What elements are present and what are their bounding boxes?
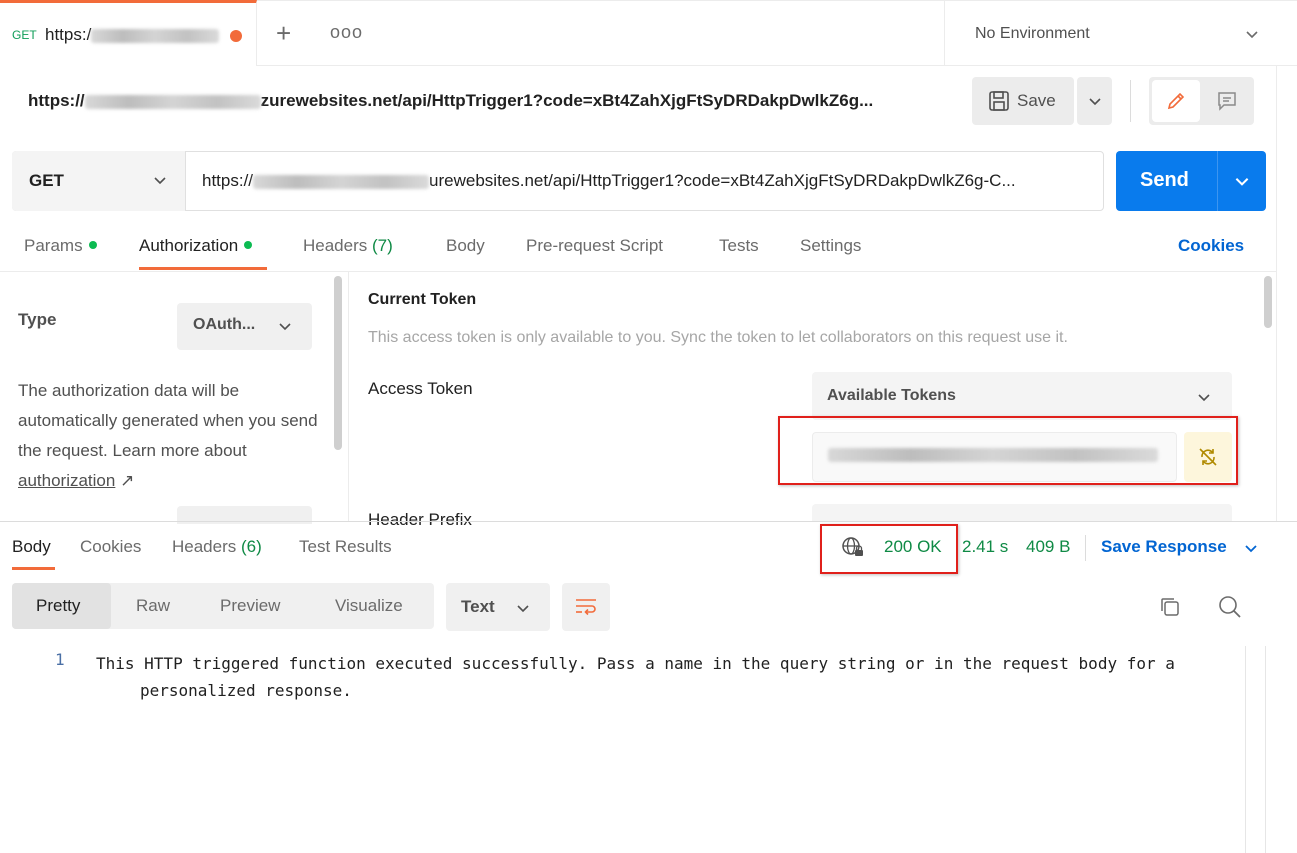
current-token-title: Current Token xyxy=(368,291,477,308)
left-panel-scrollbar[interactable] xyxy=(334,276,342,450)
tab-prerequest-script[interactable]: Pre-request Script xyxy=(526,236,663,256)
view-pretty-button[interactable]: Pretty xyxy=(36,596,80,616)
send-split-divider xyxy=(1217,151,1218,211)
active-tab-underline xyxy=(139,267,267,270)
save-button-label: Save xyxy=(1017,91,1056,110)
response-tab-test-results[interactable]: Test Results xyxy=(299,537,392,557)
chevron-down-icon xyxy=(154,177,166,185)
access-token-label: Access Token xyxy=(368,379,473,398)
chevron-down-icon xyxy=(279,323,291,331)
toolbar-divider xyxy=(1130,80,1131,122)
new-tab-button[interactable]: + xyxy=(276,18,291,49)
copy-icon[interactable] xyxy=(1158,595,1182,619)
send-button-label: Send xyxy=(1140,169,1189,191)
authorization-link[interactable]: authorization xyxy=(18,471,115,490)
auth-type-value: OAuth... xyxy=(193,316,256,333)
response-size[interactable]: 409 B xyxy=(1026,537,1070,557)
highlight-box-token xyxy=(778,416,1238,485)
current-token-description: This access token is only available to y… xyxy=(368,329,1068,346)
tab-authorization-label: Authorization xyxy=(139,236,239,255)
available-tokens-label: Available Tokens xyxy=(827,387,956,404)
chevron-down-icon xyxy=(1246,31,1258,39)
chevron-down-icon xyxy=(517,605,529,613)
word-wrap-button[interactable] xyxy=(562,583,610,631)
right-panel-scrollbar[interactable] xyxy=(1264,276,1272,328)
response-tab-headers[interactable]: Headers (6) xyxy=(172,537,262,557)
auth-description: The authorization data will be automatic… xyxy=(18,381,318,490)
tab-authorization[interactable]: Authorization xyxy=(139,236,253,256)
header-prefix-label: Header Prefix xyxy=(368,510,472,529)
method-select-value: GET xyxy=(29,171,64,190)
tab-headers[interactable]: Headers (7) xyxy=(303,236,393,256)
cookies-link[interactable]: Cookies xyxy=(1178,236,1244,256)
external-link-icon: ↗ xyxy=(120,471,135,490)
more-tabs-icon[interactable]: ooo xyxy=(330,22,363,43)
environment-label: No Environment xyxy=(975,25,1090,42)
save-options-button[interactable] xyxy=(1077,77,1112,125)
wrap-lines-icon xyxy=(576,599,596,616)
chevron-down-icon xyxy=(1089,98,1101,106)
editor-scrollbar-track[interactable] xyxy=(1265,646,1266,853)
active-tab-underline xyxy=(12,567,55,570)
request-name[interactable]: https://zurewebsites.net/api/HttpTrigger… xyxy=(28,91,873,111)
edit-mode-button[interactable] xyxy=(1152,80,1200,122)
response-divider[interactable] xyxy=(0,521,1297,522)
pencil-icon xyxy=(1167,92,1185,110)
tab-method-label: GET xyxy=(12,28,37,42)
tabs-divider xyxy=(0,271,1277,272)
header-prefix-input[interactable] xyxy=(812,504,1232,522)
tab-settings[interactable]: Settings xyxy=(800,236,861,256)
status-dot xyxy=(244,240,253,249)
panel-divider xyxy=(348,272,349,522)
meta-divider xyxy=(1085,535,1086,561)
headers-count: (7) xyxy=(372,236,393,255)
highlight-box-status xyxy=(820,524,958,574)
tab-tests[interactable]: Tests xyxy=(719,236,759,256)
comments-button[interactable] xyxy=(1205,80,1250,122)
tab-url-label: https:/ xyxy=(45,25,220,45)
response-headers-count: (6) xyxy=(241,537,262,556)
auth-type-label: Type xyxy=(18,310,57,329)
tab-params[interactable]: Params xyxy=(24,236,97,256)
save-response-button[interactable]: Save Response xyxy=(1101,537,1227,557)
response-body-text: This HTTP triggered function executed su… xyxy=(96,654,1175,700)
view-raw-button[interactable]: Raw xyxy=(136,596,170,616)
response-tab-body[interactable]: Body xyxy=(12,537,51,557)
chevron-down-icon xyxy=(1198,394,1210,402)
response-time[interactable]: 2.41 s xyxy=(962,537,1008,557)
comment-icon xyxy=(1218,92,1236,111)
save-icon xyxy=(989,91,1009,111)
panel-edge xyxy=(1276,66,1277,522)
format-select-value: Text xyxy=(461,597,495,616)
tab-body[interactable]: Body xyxy=(446,236,485,256)
status-dot xyxy=(88,240,97,249)
editor-edge xyxy=(1245,646,1246,853)
url-input[interactable]: https://urewebsites.net/api/HttpTrigger1… xyxy=(202,171,1016,191)
tab-headers-label: Headers xyxy=(303,236,368,255)
chevron-down-icon[interactable] xyxy=(1233,172,1251,190)
chevron-down-icon[interactable] xyxy=(1243,540,1259,556)
response-tab-cookies[interactable]: Cookies xyxy=(80,537,141,557)
view-preview-button[interactable]: Preview xyxy=(220,596,280,616)
unsaved-indicator-dot xyxy=(230,30,242,42)
view-visualize-button[interactable]: Visualize xyxy=(335,596,403,616)
search-icon[interactable] xyxy=(1217,594,1243,620)
response-tab-headers-label: Headers xyxy=(172,537,237,556)
line-number: 1 xyxy=(55,650,65,669)
tab-params-label: Params xyxy=(24,236,83,255)
